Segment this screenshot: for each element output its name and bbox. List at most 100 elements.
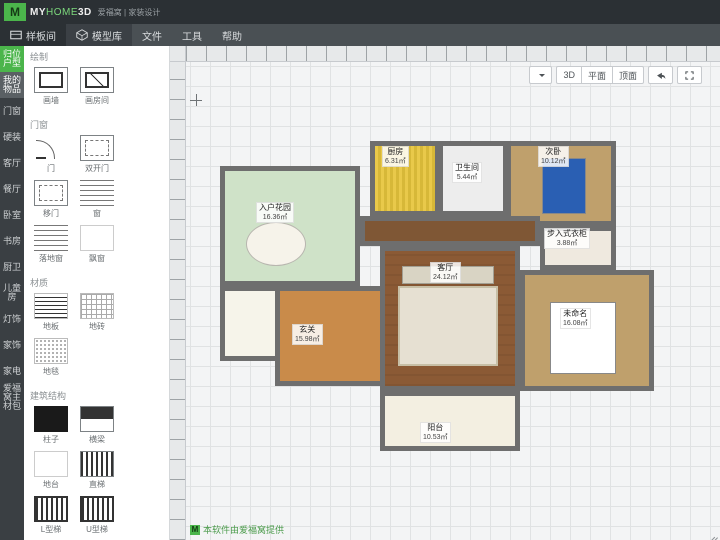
menu-file[interactable]: 文件 bbox=[132, 28, 172, 43]
category-sidebar: 归位 户型 我的 物品 门窗 硬装 客厅 餐厅 卧室 书房 厨卫 儿童房 灯饰 … bbox=[0, 46, 24, 540]
view-mode-group: 3D 平面 顶面 bbox=[556, 66, 644, 84]
label-garden: 入户花园16.36㎡ bbox=[256, 202, 294, 223]
cat-dining[interactable]: 餐厅 bbox=[0, 176, 24, 202]
palette-item-window[interactable]: 窗 bbox=[74, 178, 120, 223]
palette-item-wall-rect[interactable]: 画墙 bbox=[28, 65, 74, 110]
palette-item-pillar[interactable]: 柱子 bbox=[28, 404, 74, 449]
menu-tools[interactable]: 工具 bbox=[172, 28, 212, 43]
secondary-bar: 样板间 模型库 文件 工具 帮助 bbox=[0, 24, 720, 46]
palette-thumb-beam bbox=[80, 406, 114, 432]
cat-kitchbath[interactable]: 厨卫 bbox=[0, 254, 24, 280]
palette-item-stairs-l[interactable]: L型梯 bbox=[28, 494, 74, 539]
ruler-vertical bbox=[170, 62, 186, 540]
view-mode-top[interactable]: 顶面 bbox=[613, 67, 643, 83]
view-mode-plan[interactable]: 平面 bbox=[582, 67, 613, 83]
design-canvas[interactable]: 3D 平面 顶面 bbox=[170, 46, 720, 540]
tab-structure[interactable]: 样板间 bbox=[0, 24, 66, 46]
palette-item-tile[interactable]: 地砖 bbox=[74, 291, 120, 336]
palette-label-window: 窗 bbox=[93, 208, 101, 219]
palette-section-title-structure: 建筑结构 bbox=[24, 385, 169, 404]
footer-credit-text: 本软件由爱福窝提供 bbox=[203, 523, 284, 536]
cat-appliance[interactable]: 家电 bbox=[0, 358, 24, 384]
menu-help[interactable]: 帮助 bbox=[212, 28, 252, 43]
share-button[interactable] bbox=[648, 66, 673, 84]
view-dropdown[interactable] bbox=[529, 66, 552, 84]
brand-name: MYHOME3D bbox=[30, 7, 92, 18]
tab-model-library[interactable]: 模型库 bbox=[66, 24, 132, 46]
palette-label-sliding-door: 移门 bbox=[43, 208, 59, 219]
label-master: 未命名16.08㎡ bbox=[560, 308, 591, 329]
label-kitchen: 厨房6.31㎡ bbox=[382, 146, 409, 167]
label-balcony: 阳台10.53㎡ bbox=[420, 422, 451, 443]
palette-item-bay-window[interactable]: 落地窗 bbox=[28, 223, 74, 268]
palette-item-wall-diag[interactable]: 画房间 bbox=[74, 65, 120, 110]
cat-study[interactable]: 书房 bbox=[0, 228, 24, 254]
palette-item-floor[interactable]: 地板 bbox=[28, 291, 74, 336]
cat-my-items[interactable]: 我的 物品 bbox=[0, 72, 24, 98]
palette-item-floor-window[interactable]: 飘窗 bbox=[74, 223, 120, 268]
palette-panel[interactable]: 绘制画墙 画房间门窗门 双开门移门 窗落地窗飘窗材质地板 地砖地毯建筑结构柱子 横梁地台 直… bbox=[24, 46, 170, 540]
palette-thumb-floor bbox=[34, 293, 68, 319]
view-mode-3d[interactable]: 3D bbox=[557, 67, 582, 83]
palette-label-wall-rect: 画墙 bbox=[43, 95, 59, 106]
palette-section-title-material: 材质 bbox=[24, 272, 169, 291]
cat-decor[interactable]: 家饰 bbox=[0, 332, 24, 358]
cat-kids[interactable]: 儿童房 bbox=[0, 280, 24, 306]
palette-item-double-door[interactable]: 双开门 bbox=[74, 133, 120, 178]
label-dress: 步入式衣柜3.88㎡ bbox=[544, 228, 590, 249]
palette-label-floor-window: 飘窗 bbox=[89, 253, 105, 264]
palette-label-pillar: 柱子 bbox=[43, 434, 59, 445]
cat-hardware[interactable]: 硬装 bbox=[0, 124, 24, 150]
tab-structure-label: 样板间 bbox=[26, 28, 56, 43]
label-bath: 卫生间5.44㎡ bbox=[452, 162, 482, 183]
palette-section-title-draw: 绘制 bbox=[24, 46, 169, 65]
cat-brand-pack[interactable]: 爱福窝主 材包 bbox=[0, 384, 24, 410]
cat-doorwin[interactable]: 门窗 bbox=[0, 98, 24, 124]
palette-item-platform[interactable]: 地台 bbox=[28, 449, 74, 494]
palette-label-carpet: 地毯 bbox=[43, 366, 59, 377]
furniture-rug[interactable] bbox=[398, 286, 498, 366]
palette-thumb-platform bbox=[34, 451, 68, 477]
palette-thumb-door bbox=[34, 135, 68, 161]
palette-thumb-pillar bbox=[34, 406, 68, 432]
palette-label-stairs-l: L型梯 bbox=[41, 524, 61, 535]
cube-icon bbox=[76, 29, 88, 41]
palette-thumb-sliding-door bbox=[34, 180, 68, 206]
palette-thumb-floor-window bbox=[80, 225, 114, 251]
palette-item-sliding-door[interactable]: 移门 bbox=[28, 178, 74, 223]
palette-thumb-stairs-u bbox=[80, 496, 114, 522]
brand-logo-icon: M bbox=[4, 3, 26, 21]
palette-item-beam[interactable]: 横梁 bbox=[74, 404, 120, 449]
palette-label-beam: 横梁 bbox=[89, 434, 105, 445]
label-foyer: 玄关15.98㎡ bbox=[292, 324, 323, 345]
palette-thumb-carpet bbox=[34, 338, 68, 364]
palette-label-floor: 地板 bbox=[43, 321, 59, 332]
palette-item-stairs-straight[interactable]: 直梯 bbox=[74, 449, 120, 494]
palette-thumb-window bbox=[80, 180, 114, 206]
cat-bedroom[interactable]: 卧室 bbox=[0, 202, 24, 228]
palette-thumb-wall-rect bbox=[34, 67, 68, 93]
palette-item-door[interactable]: 门 bbox=[28, 133, 74, 178]
resize-handle[interactable] bbox=[706, 526, 718, 538]
ruler-corner bbox=[170, 46, 186, 62]
palette-item-carpet[interactable]: 地毯 bbox=[28, 336, 74, 381]
room-passage[interactable] bbox=[360, 216, 540, 246]
view-toolbar: 3D 平面 顶面 bbox=[529, 66, 702, 84]
fullscreen-icon bbox=[684, 70, 695, 81]
furniture-dining-table[interactable] bbox=[246, 222, 306, 266]
floor-plan[interactable]: 入户花园16.36㎡ 厨房6.31㎡ 卫生间5.44㎡ 次卧10.12㎡ 步入式… bbox=[220, 106, 668, 506]
palette-item-stairs-u[interactable]: U型梯 bbox=[74, 494, 120, 539]
palette-label-double-door: 双开门 bbox=[85, 163, 109, 174]
tab-model-library-label: 模型库 bbox=[92, 28, 122, 43]
cat-back-home[interactable]: 归位 户型 bbox=[0, 46, 24, 72]
cat-living[interactable]: 客厅 bbox=[0, 150, 24, 176]
palette-label-door: 门 bbox=[47, 163, 55, 174]
cat-lighting[interactable]: 灯饰 bbox=[0, 306, 24, 332]
palette-thumb-stairs-l bbox=[34, 496, 68, 522]
fullscreen-button[interactable] bbox=[677, 66, 702, 84]
palette-section-title-doorwin: 门窗 bbox=[24, 114, 169, 133]
menu-bar: 文件 工具 帮助 bbox=[132, 24, 720, 46]
palette-label-platform: 地台 bbox=[43, 479, 59, 490]
palette-thumb-tile bbox=[80, 293, 114, 319]
label-kidsbed: 次卧10.12㎡ bbox=[538, 146, 569, 167]
